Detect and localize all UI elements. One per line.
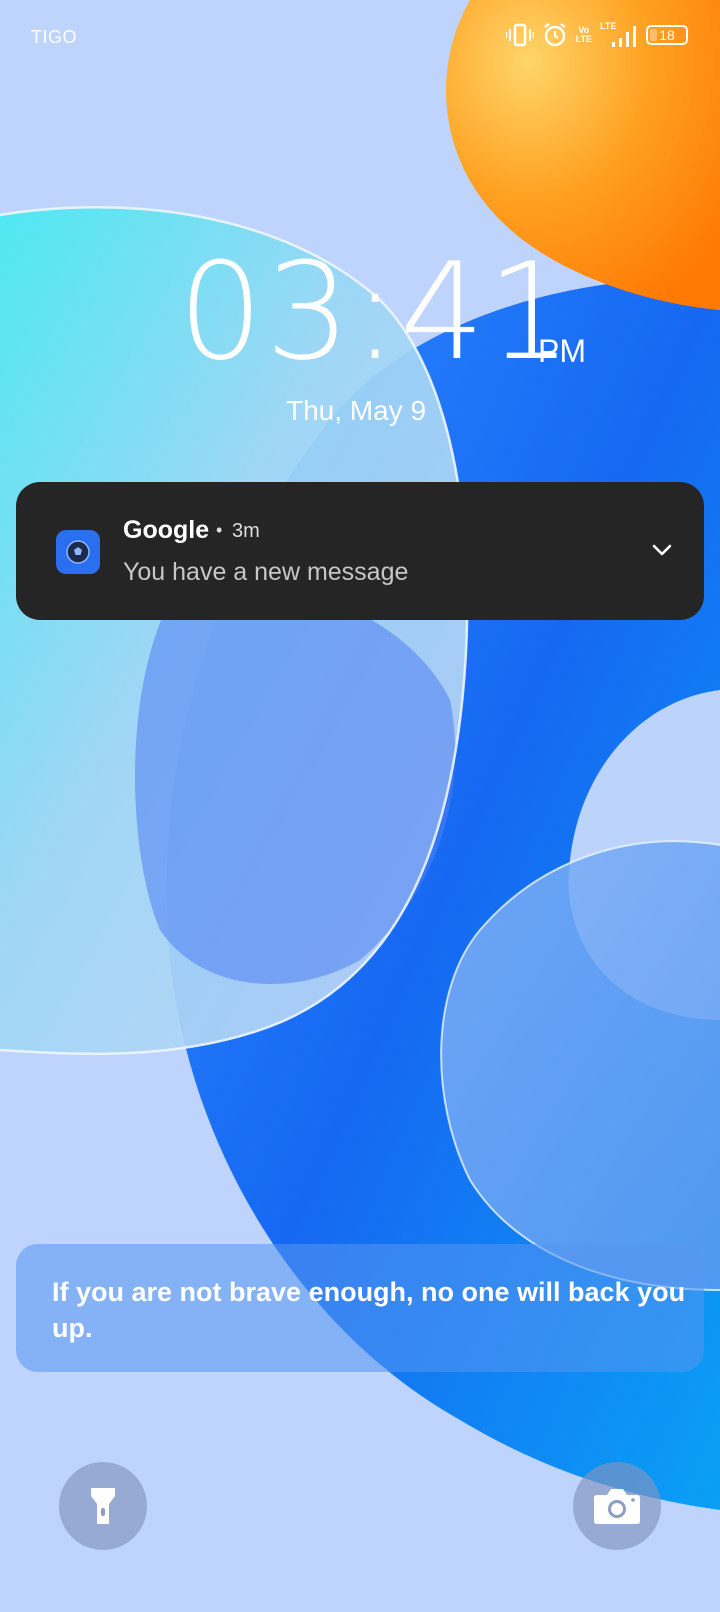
notification-separator: • (216, 520, 223, 540)
status-icons: Vo LTE LTE 18 (505, 22, 688, 48)
battery-level: 18 (659, 27, 675, 43)
volte-bottom: LTE (575, 34, 592, 44)
battery-body: 18 (646, 25, 688, 45)
lockscreen-quote: If you are not brave enough, no one will… (16, 1244, 704, 1372)
carrier-label: TIGO (31, 27, 77, 47)
volte-icon: Vo LTE (576, 26, 592, 44)
notification-message: You have a new message (123, 558, 409, 586)
camera-icon (594, 1489, 640, 1524)
status-bar: TIGO Vo LTE LTE 18 (0, 0, 720, 72)
notification-time: 3m (232, 520, 260, 542)
notification-app-name: Google (123, 516, 210, 544)
quote-text: If you are not brave enough, no one will… (52, 1277, 686, 1343)
camera-button[interactable] (573, 1462, 661, 1550)
flashlight-icon (91, 1488, 115, 1524)
lte-signal-icon: LTE (600, 22, 638, 48)
clock-ampm: PM (538, 333, 586, 369)
clock-date: Thu, May 9 (285, 395, 427, 426)
alarm-icon (543, 23, 566, 47)
chevron-down-icon[interactable] (646, 534, 678, 566)
clock-time: 03:41 (178, 234, 575, 390)
google-app-icon (56, 530, 100, 574)
notification-card[interactable]: Google • 3m You have a new message (16, 482, 704, 620)
battery-fill (650, 29, 657, 41)
battery-icon: 18 (646, 25, 688, 45)
vibrate-icon (505, 23, 534, 47)
flashlight-button[interactable] (59, 1462, 147, 1550)
